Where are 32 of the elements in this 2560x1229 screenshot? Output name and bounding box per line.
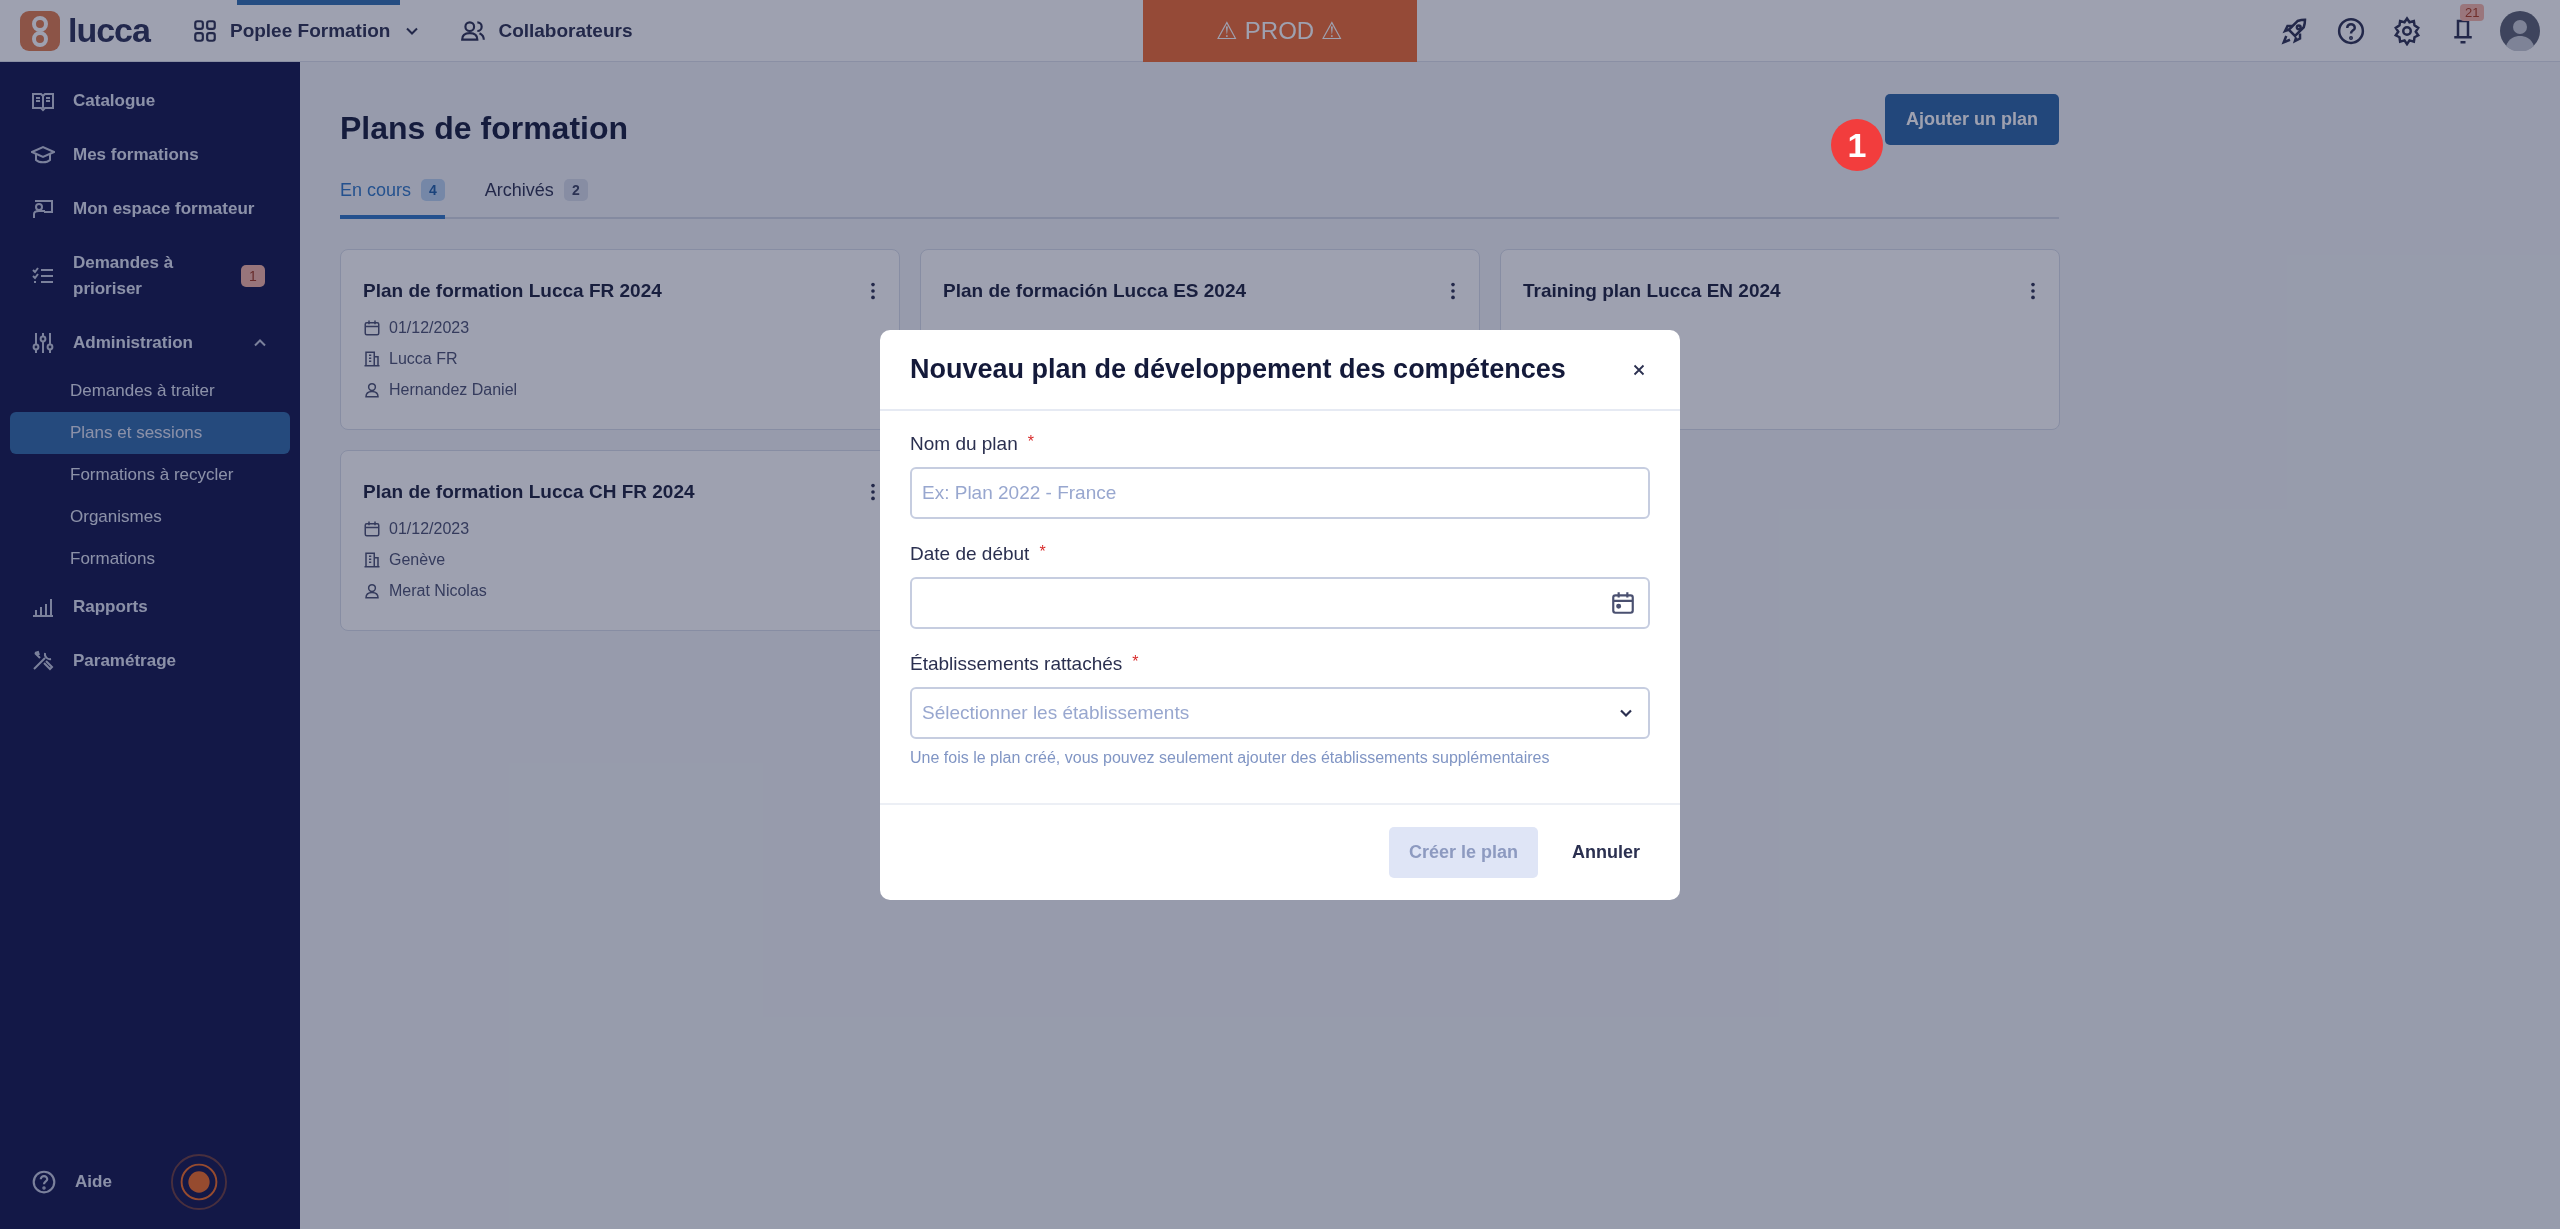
card-establishment: Lucca FR — [389, 350, 458, 368]
sidebar-item-label: Rapports — [73, 596, 149, 618]
field-label: Établissements rattachés — [910, 653, 1123, 675]
card-title: Plan de formación Lucca ES 2024 — [943, 280, 1247, 302]
notification-count: 21 — [2460, 3, 2485, 21]
sidebar-item-label: Paramétrage — [73, 650, 177, 672]
card-date: 01/12/2023 — [389, 319, 470, 337]
environment-banner: ⚠ PROD ⚠ — [1142, 0, 1417, 62]
page-title: Plans de formation — [340, 110, 629, 147]
tab-count: 2 — [563, 179, 588, 201]
sidebar-item-label: Demandes à prioriser — [73, 252, 175, 300]
sidebar-item-label: Catalogue — [73, 90, 157, 112]
card-owner: Hernandez Daniel — [389, 381, 518, 399]
card-owner: Merat Nicolas — [389, 582, 487, 600]
step-marker: 1 — [1831, 119, 1883, 171]
card-title: Plan de formation Lucca CH FR 2024 — [363, 481, 695, 503]
card-establishment: Genève — [389, 551, 446, 569]
field-label: Date de début — [910, 543, 1030, 565]
count-badge: 1 — [241, 265, 265, 287]
card-title: Training plan Lucca EN 2024 — [1523, 280, 1781, 302]
required-mark: * — [1027, 433, 1034, 452]
sidebar-item-label: Mes formations — [73, 144, 200, 166]
sidebar-item-label: Administration — [73, 332, 194, 354]
required-mark: * — [1039, 543, 1046, 562]
field-hint: Une fois le plan créé, vous pouvez seulement ajouter des établissements supplémentaires — [910, 749, 1551, 767]
field-label: Nom du plan — [910, 433, 1018, 455]
required-mark: * — [1132, 653, 1139, 672]
card-title: Plan de formation Lucca FR 2024 — [363, 280, 662, 302]
tab-count: 4 — [421, 179, 445, 201]
card-date: 01/12/2023 — [389, 520, 470, 538]
sidebar-item-label: Mon espace formateur — [73, 198, 256, 220]
logo-text: lucca — [68, 11, 150, 50]
